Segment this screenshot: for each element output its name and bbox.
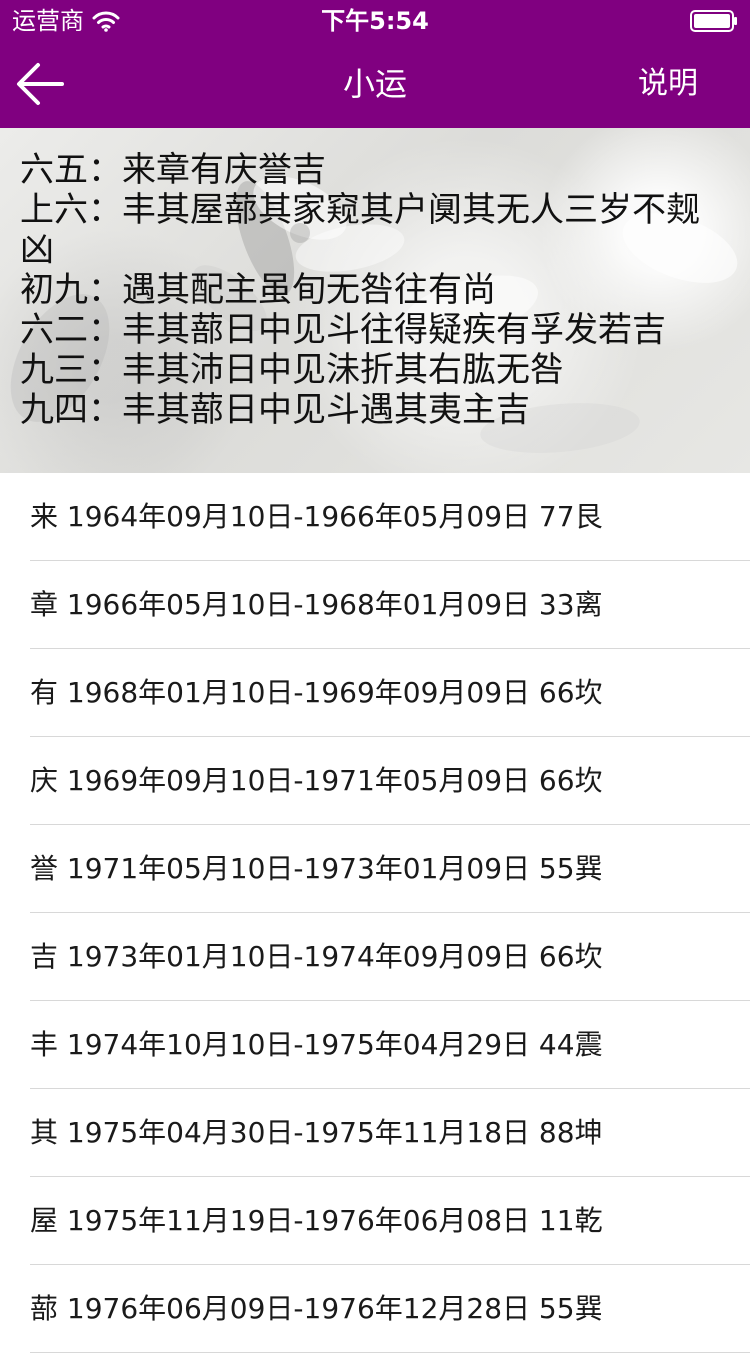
- list-item[interactable]: 吉 1973年01月10日-1974年09月09日 66坎: [0, 913, 750, 1001]
- list-item-label: 吉 1973年01月10日-1974年09月09日 66坎: [30, 940, 603, 973]
- list-item[interactable]: 其 1975年04月30日-1975年11月18日 88坤: [0, 1089, 750, 1177]
- yao-line: 初九：遇其配主虽旬无咎往有尚: [20, 270, 496, 310]
- list-item-label: 来 1964年09月10日-1966年05月09日 77艮: [30, 500, 603, 533]
- list-item[interactable]: 章 1966年05月10日-1968年01月09日 33离: [0, 561, 750, 649]
- list-item-label: 有 1968年01月10日-1969年09月09日 66坎: [30, 676, 603, 709]
- list-item-label: 章 1966年05月10日-1968年01月09日 33离: [30, 588, 603, 621]
- list-item[interactable]: 庆 1969年09月10日-1971年05月09日 66坎: [0, 737, 750, 825]
- yao-line: 六二：丰其蔀日中见斗往得疑疾有孚发若吉: [20, 310, 666, 350]
- yao-list: 六五：来章有庆誉吉 上六：丰其屋蔀其家窥其户阒其无人三岁不觌凶 初九：遇其配主虽…: [20, 150, 720, 430]
- nav-bar: 小运 说明: [0, 40, 750, 128]
- help-button[interactable]: 说明: [638, 64, 698, 104]
- list-item[interactable]: 蔀 1976年06月09日-1976年12月28日 55巽: [0, 1265, 750, 1353]
- list-item-label: 其 1975年04月30日-1975年11月18日 88坤: [30, 1116, 603, 1149]
- battery-icon: [690, 10, 737, 32]
- arrow-left-icon: [17, 63, 64, 105]
- list-item[interactable]: 誉 1971年05月10日-1973年01月09日 55巽: [0, 825, 750, 913]
- list-item-label: 誉 1971年05月10日-1973年01月09日 55巽: [30, 852, 603, 885]
- year-range-list: 来 1964年09月10日-1966年05月09日 77艮 章 1966年05月…: [0, 473, 750, 1353]
- list-item-label: 屋 1975年11月19日-1976年06月08日 11乾: [30, 1204, 603, 1237]
- list-item[interactable]: 屋 1975年11月19日-1976年06月08日 11乾: [0, 1177, 750, 1265]
- list-item-label: 丰 1974年10月10日-1975年04月29日 44震: [30, 1028, 603, 1061]
- status-time: 下午5:54: [321, 7, 429, 35]
- status-bar: 运营商 下午5:54: [0, 0, 750, 40]
- yao-line: 六五：来章有庆誉吉: [20, 150, 326, 190]
- yao-text-panel: 六五：来章有庆誉吉 上六：丰其屋蔀其家窥其户阒其无人三岁不觌凶 初九：遇其配主虽…: [0, 128, 750, 473]
- yao-line: 九三：丰其沛日中见沬折其右肱无咎: [20, 350, 564, 390]
- yao-line: 九四：丰其蔀日中见斗遇其夷主吉: [20, 390, 530, 430]
- list-item[interactable]: 丰 1974年10月10日-1975年04月29日 44震: [0, 1001, 750, 1089]
- back-button[interactable]: [14, 60, 66, 108]
- list-item[interactable]: 来 1964年09月10日-1966年05月09日 77艮: [0, 473, 750, 561]
- list-item[interactable]: 有 1968年01月10日-1969年09月09日 66坎: [0, 649, 750, 737]
- list-item-label: 蔀 1976年06月09日-1976年12月28日 55巽: [30, 1292, 603, 1325]
- yao-line: 上六：丰其屋蔀其家窥其户阒其无人三岁不觌凶: [20, 190, 700, 270]
- list-item-label: 庆 1969年09月10日-1971年05月09日 66坎: [30, 764, 603, 797]
